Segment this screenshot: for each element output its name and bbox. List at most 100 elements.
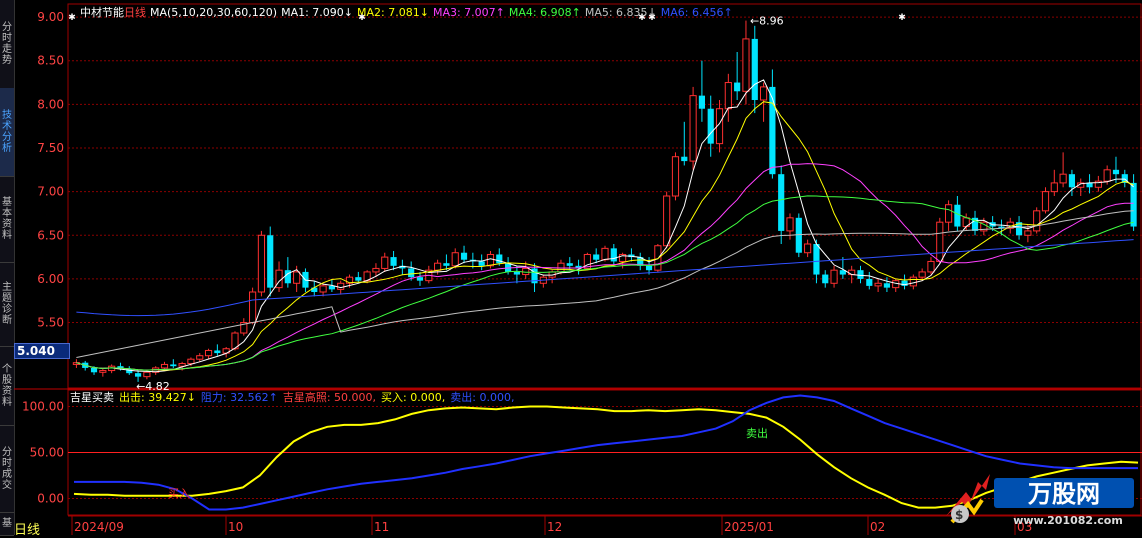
current-price-badge: 5.040 (14, 343, 70, 359)
star-marker: ✱ (898, 13, 906, 23)
candle-body-up (830, 269, 838, 284)
ma-value-3: MA3: 7.007↑ (433, 6, 505, 19)
indicator-field-4: 卖出: 0.000, (450, 390, 514, 404)
candle-body-down (284, 270, 291, 284)
candle-body-down (443, 263, 450, 266)
candle-body-up (187, 358, 195, 365)
ma-params: MA(5,10,20,30,60,120) (150, 6, 277, 19)
candle-body-up (372, 267, 380, 273)
candle-body-down (610, 248, 617, 262)
candle-body-down (822, 274, 829, 284)
period-selector[interactable]: 日线 (14, 519, 40, 538)
ma-line-2 (76, 101, 1134, 371)
candle-body-down (478, 261, 485, 266)
candle-body-down (813, 244, 820, 275)
candle-body-down (795, 217, 802, 253)
candle-body-up (486, 253, 495, 267)
candle-body-up (874, 282, 882, 287)
candle-body-down (645, 265, 653, 271)
candle-body-down (593, 254, 600, 260)
svg-text:www.201082.com: www.201082.com (1013, 514, 1123, 527)
candle-body-down (681, 156, 688, 162)
candle-body-down (707, 108, 714, 144)
candle-body-up (909, 276, 917, 287)
price-tick-label: 7.50 (37, 141, 64, 155)
price-tick-label: 9.00 (37, 10, 64, 24)
ma-value-1: MA1: 7.090↓ (281, 6, 353, 19)
candle-body-down (267, 235, 274, 288)
candle-body-up (945, 204, 953, 223)
candle-body-down (170, 364, 177, 367)
chart-canvas[interactable]: 9.008.508.007.507.006.506.005.50←8.96←4.… (0, 0, 1142, 535)
candle-body-up (451, 252, 459, 267)
high-price-annotation: ←8.96 (750, 15, 784, 28)
star-marker: ✱ (68, 13, 76, 23)
candle-body-up (249, 291, 257, 324)
indicator-tick-label: 100.00 (22, 400, 64, 414)
indicator-field-1: 阻力: 32.562↑ (201, 391, 278, 404)
time-axis-label: 2024/09 (74, 520, 124, 534)
candle-body-up (1024, 230, 1032, 236)
indicator-tick-label: 50.00 (30, 446, 64, 460)
candle-body-up (689, 95, 697, 162)
candle-body-down (390, 257, 397, 266)
buy-signal-label: 买入 (168, 487, 190, 500)
candle-body-up (786, 217, 794, 232)
candle-body-up (160, 363, 169, 369)
candle-body-down (1130, 182, 1137, 227)
candle-body-down (90, 367, 98, 373)
candle-body-up (918, 271, 926, 278)
candle-body-up (927, 260, 935, 273)
ma-value-5: MA5: 6.835↓ (585, 6, 657, 19)
indicator-field-3: 买入: 0.000, (381, 391, 445, 404)
candle-body-up (434, 262, 442, 271)
candle-body-up (522, 267, 530, 276)
time-axis-label: 11 (374, 520, 389, 534)
candle-body-down (954, 204, 961, 227)
candle-body-up (724, 82, 732, 110)
candle-body-down (1068, 174, 1076, 188)
candle-body-up (257, 234, 265, 293)
candle-body-down (1112, 169, 1120, 175)
candle-body-down (513, 271, 520, 275)
price-tick-label: 6.00 (37, 272, 64, 286)
candle-body-down (857, 270, 864, 279)
candle-body-down (460, 252, 468, 260)
indicator-name: 吉星买卖 (70, 391, 114, 404)
candle-body-up (848, 269, 856, 276)
ma-value-6: MA6: 6.456↑ (661, 6, 733, 19)
candle-body-up (381, 256, 389, 269)
candle-body-up (337, 282, 345, 290)
candle-body-up (1033, 210, 1041, 232)
candle-body-down (408, 268, 415, 278)
indicator-field-0: 出击: 39.427↓ (119, 390, 196, 404)
price-tick-label: 8.00 (37, 97, 64, 111)
candle-body-up (319, 285, 327, 293)
candle-body-up (742, 38, 750, 92)
price-tick-label: 5.50 (37, 316, 64, 330)
candle-body-down (778, 174, 785, 231)
price-tick-label: 8.50 (37, 54, 64, 68)
time-axis-label: 12 (547, 520, 562, 534)
candle-body-up (143, 371, 151, 378)
candle-body-down (566, 263, 573, 266)
main-panel-frame (67, 3, 1142, 389)
candle-body-up (804, 243, 812, 254)
candles-group (72, 20, 1137, 382)
candle-body-down (355, 277, 362, 281)
candle-body-down (698, 95, 705, 109)
candle-body-down (214, 350, 221, 354)
candle-body-up (1103, 169, 1111, 182)
candle-body-down (734, 82, 741, 92)
candle-body-up (759, 86, 768, 101)
time-axis-label: 02 (870, 520, 885, 534)
time-axis-label: 2025/01 (724, 520, 774, 534)
candle-body-down (883, 283, 891, 288)
indicator-field-2: 吉星高照: 50.000, (283, 390, 376, 404)
indicator-tick-label: 0.00 (37, 491, 64, 505)
candle-body-down (134, 373, 142, 377)
candle-body-up (1041, 191, 1050, 212)
candle-body-down (866, 278, 873, 286)
sell-signal-label: 卖出 (746, 426, 768, 440)
price-tick-label: 7.00 (37, 185, 64, 199)
